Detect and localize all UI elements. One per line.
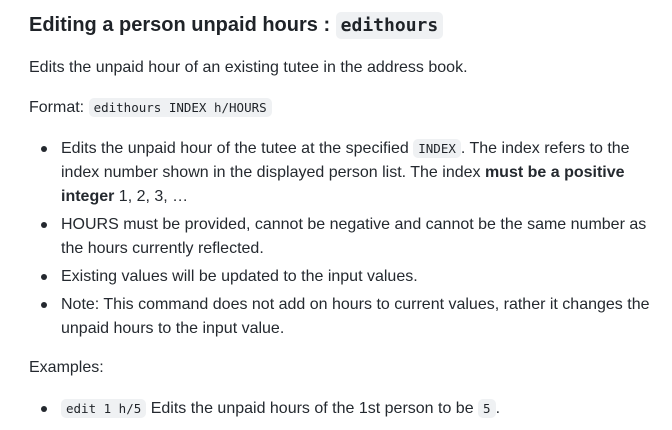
index-code: INDEX [413, 139, 461, 158]
bullet-dot [41, 274, 47, 280]
heading-text: Editing a person unpaid hours : [29, 14, 336, 36]
format-code: edithours INDEX h/HOURS [88, 98, 272, 117]
heading-command-code: edithours [335, 12, 444, 39]
list-item: Edits the unpaid hour of the tutee at th… [29, 137, 654, 209]
examples-label: Examples: [29, 359, 104, 376]
rules-list: Edits the unpaid hour of the tutee at th… [29, 137, 654, 341]
bullet-dot [41, 406, 47, 412]
bullet-dot [41, 146, 47, 152]
section-heading: Editing a person unpaid hours : edithour… [29, 12, 444, 39]
format-label: Format: [29, 99, 89, 116]
list-item: HOURS must be provided, cannot be negati… [29, 213, 654, 261]
list-item: Note: This command does not add on hours… [29, 293, 654, 341]
example-value-code: 5 [478, 399, 496, 418]
format-paragraph: Format: edithours INDEX h/HOURS [29, 98, 272, 117]
list-item: edit 1 h/5 Edits the unpaid hours of the… [29, 397, 654, 421]
list-item: Existing values will be updated to the i… [29, 265, 654, 289]
bullet-dot [41, 302, 47, 308]
example-command-code: edit 1 h/5 [61, 399, 147, 418]
examples-list: edit 1 h/5 Edits the unpaid hours of the… [29, 397, 654, 421]
bullet-dot [41, 222, 47, 228]
intro-paragraph: Edits the unpaid hour of an existing tut… [29, 59, 468, 76]
